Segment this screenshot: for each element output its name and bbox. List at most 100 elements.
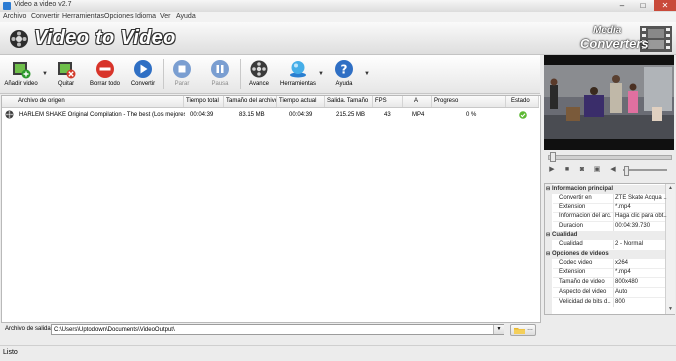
group-title: Opciones de videos — [552, 251, 609, 257]
seek-bar[interactable] — [548, 155, 672, 160]
add-video-button[interactable]: Añadir video — [3, 57, 39, 91]
check-circle-icon — [519, 111, 527, 119]
clear-all-button[interactable]: Borrar todo — [88, 57, 122, 91]
play-icon[interactable]: ▶ — [548, 166, 556, 174]
menu-convertir[interactable]: Convertir — [31, 12, 59, 22]
stop-icon[interactable]: ■ — [563, 166, 571, 174]
pause-label: Pausa — [211, 81, 229, 87]
remove-video-icon — [58, 62, 76, 79]
menu-ver[interactable]: Ver — [160, 12, 171, 22]
maximize-button[interactable]: □ — [633, 0, 653, 11]
close-button[interactable]: ✕ — [654, 0, 676, 11]
remove-label: Quitar — [57, 81, 75, 87]
column-header-progress[interactable]: Progreso — [432, 96, 506, 107]
column-header-total-time[interactable]: Tiempo total — [184, 96, 224, 107]
convert-label: Convertir — [130, 81, 156, 87]
add-video-icon — [13, 62, 31, 79]
conversion-table — [1, 95, 541, 323]
cell-total-time: 00:04:39 — [190, 112, 214, 118]
group-title: Informacion principal — [552, 186, 614, 192]
prop-value[interactable]: Auto — [613, 288, 667, 297]
cell-current-time: 00:04:39 — [289, 112, 313, 118]
volume-slider[interactable] — [623, 169, 667, 171]
prop-key: Aspecto del video — [559, 289, 607, 295]
pause-icon — [211, 60, 229, 78]
volume-icon[interactable]: ◀ — [609, 166, 617, 174]
prop-value[interactable]: x264 — [613, 259, 667, 268]
prop-value[interactable]: 00:04:39.730 — [613, 222, 667, 231]
video-preview — [544, 55, 674, 150]
fullscreen-icon[interactable]: ▣ — [593, 166, 601, 174]
seek-handle[interactable] — [550, 152, 556, 162]
snapshot-icon[interactable]: ◙ — [578, 166, 586, 174]
help-icon: ? — [335, 60, 353, 78]
stop-button[interactable]: Parar — [168, 57, 196, 91]
pause-button[interactable]: Pausa — [206, 57, 234, 91]
progress-label: Avance — [249, 81, 269, 87]
help-label: Ayuda — [335, 81, 353, 87]
progress-button[interactable]: Avance — [245, 57, 273, 91]
menu-idioma[interactable]: Idioma — [135, 12, 156, 22]
menu-opciones[interactable]: Opciones — [104, 12, 134, 22]
clear-all-label: Borrar todo — [89, 81, 120, 87]
scroll-down-icon[interactable]: ▼ — [666, 306, 675, 312]
prop-value[interactable]: *.mp4 — [613, 268, 667, 277]
prop-key: Cualidad — [559, 241, 583, 247]
tools-globe-icon — [290, 61, 306, 78]
add-video-dropdown-arrow[interactable]: ▼ — [42, 71, 48, 77]
menu-herramientas[interactable]: Herramientas — [62, 12, 104, 22]
status-text: Listo — [3, 349, 18, 356]
scroll-up-icon[interactable]: ▲ — [666, 185, 675, 191]
column-header-output-size[interactable]: Salida. Tamaño — [325, 96, 373, 107]
prop-value[interactable]: *.mp4 — [613, 203, 667, 212]
browse-folder-button[interactable]: … — [510, 324, 536, 336]
browse-dots-icon: … — [527, 326, 533, 332]
tools-label: Herramientas — [280, 81, 317, 87]
brand-name-line1: Media — [593, 25, 622, 36]
prop-key: Extension — [559, 269, 586, 275]
window-title: Video a video v2.7 — [14, 1, 72, 8]
prop-value[interactable]: 800x480 — [613, 278, 667, 287]
column-header-source[interactable]: Archivo de origen — [16, 96, 184, 107]
prop-value[interactable]: ZTE Skate Acqua ... — [613, 194, 667, 203]
column-header-fps[interactable]: FPS — [373, 96, 403, 107]
menu-archivo[interactable]: Archivo — [3, 12, 26, 22]
column-header-file-size[interactable]: Tamaño del archivo — [224, 96, 277, 107]
tools-button[interactable]: Herramientas — [280, 57, 316, 91]
minimize-button[interactable]: – — [612, 0, 632, 11]
convert-button[interactable]: Convertir — [128, 57, 158, 91]
column-header-status[interactable]: Estado — [506, 96, 539, 107]
output-path-field[interactable]: C:\Users\Uptodown\Documents\VideoOutput\ — [51, 324, 504, 335]
volume-handle[interactable] — [624, 166, 629, 176]
play-convert-icon — [134, 60, 152, 78]
column-header-format[interactable]: A — [403, 96, 432, 107]
group-header-video-options[interactable]: ⊟ Opciones de videos — [546, 250, 665, 259]
stop-label: Parar — [174, 81, 190, 87]
help-button[interactable]: ? Ayuda — [331, 57, 357, 91]
group-header-quality[interactable]: ⊟ Cualidad — [546, 231, 665, 240]
cell-format: MP4 — [412, 112, 425, 118]
cell-file-size: 83.15 MB — [239, 112, 265, 118]
toolbar-separator — [240, 59, 241, 89]
folder-icon — [514, 328, 525, 334]
properties-gutter — [545, 184, 552, 314]
help-dropdown-arrow[interactable]: ▼ — [364, 71, 370, 77]
cell-progress: 0 % — [466, 112, 477, 118]
tools-dropdown-arrow[interactable]: ▼ — [318, 71, 324, 77]
prop-key: Codec video — [559, 260, 593, 266]
menu-ayuda[interactable]: Ayuda — [176, 12, 196, 22]
prop-key: Velicidad de bits d... — [559, 299, 611, 305]
prop-value[interactable]: Haga clic para obt... — [613, 212, 667, 221]
output-folder-label: Archivo de salida — [5, 326, 51, 332]
clear-all-icon — [96, 60, 114, 78]
group-header-main-info[interactable]: ⊟ Informacion principal — [546, 185, 665, 194]
remove-button[interactable]: Quitar — [52, 57, 80, 91]
prop-key: Duracion — [559, 223, 584, 229]
column-header-current-time[interactable]: Tiempo actual — [277, 96, 325, 107]
add-video-label: Añadir video — [4, 81, 38, 87]
output-path-dropdown[interactable]: ▼ — [493, 325, 504, 334]
prop-value[interactable]: 800 — [613, 298, 667, 307]
app-icon — [3, 2, 11, 10]
prop-value[interactable]: 2 - Normal — [613, 240, 667, 249]
prop-key: Tamaño de video — [559, 279, 605, 285]
